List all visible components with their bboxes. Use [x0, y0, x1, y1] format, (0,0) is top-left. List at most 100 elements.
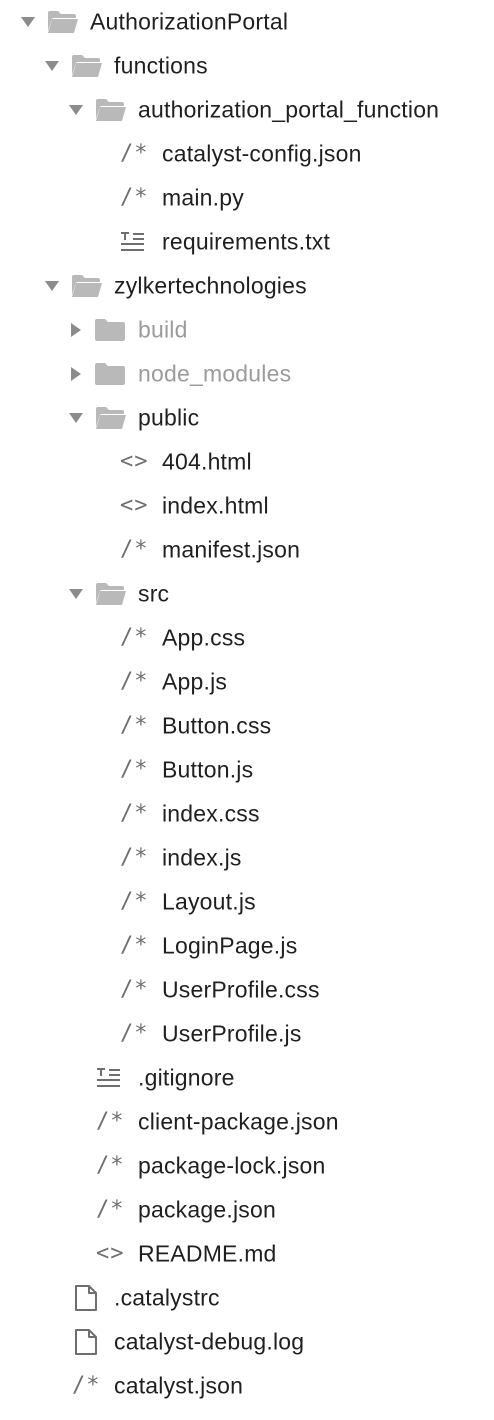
- tree-row-requirements-txt[interactable]: requirements.txt: [0, 220, 494, 264]
- tree-label: catalyst-config.json: [162, 140, 362, 167]
- tree-label: package-lock.json: [138, 1152, 326, 1179]
- folder-icon: [95, 319, 125, 341]
- tree-row-button-js[interactable]: /* Button.js: [0, 748, 494, 792]
- code-comment-icon: /*: [120, 977, 149, 1002]
- chevron-right-icon[interactable]: [71, 367, 81, 381]
- tree-row-button-css[interactable]: /* Button.css: [0, 704, 494, 748]
- tree-label: Layout.js: [162, 888, 256, 915]
- tree-row-main-py[interactable]: /* main.py: [0, 176, 494, 220]
- code-brackets-icon: <>: [120, 493, 149, 518]
- tree-row-app-css[interactable]: /* App.css: [0, 616, 494, 660]
- tree-row-manifest-json[interactable]: /* manifest.json: [0, 528, 494, 572]
- document-icon: [75, 1285, 97, 1311]
- chevron-right-icon[interactable]: [71, 323, 81, 337]
- tree-label: UserProfile.js: [162, 1020, 302, 1047]
- tree-label: README.md: [138, 1240, 277, 1267]
- document-icon: [75, 1329, 97, 1355]
- code-comment-icon: /*: [120, 757, 149, 782]
- tree-row-readme-md[interactable]: <> README.md: [0, 1232, 494, 1276]
- code-comment-icon: /*: [120, 1021, 149, 1046]
- file-tree: AuthorizationPortal functions authorizat…: [0, 0, 494, 1420]
- tree-row-gitignore[interactable]: .gitignore: [0, 1056, 494, 1100]
- code-comment-icon: /*: [120, 141, 149, 166]
- tree-label: App.js: [162, 668, 228, 695]
- chevron-down-icon[interactable]: [69, 105, 83, 115]
- tree-label: build: [138, 316, 188, 343]
- tree-row-404-html[interactable]: <> 404.html: [0, 440, 494, 484]
- tree-row-zylkertechnologies[interactable]: zylkertechnologies: [0, 264, 494, 308]
- tree-row-index-css[interactable]: /* index.css: [0, 792, 494, 836]
- tree-row-catalyst-json[interactable]: /* catalyst.json: [0, 1364, 494, 1408]
- folder-icon: [95, 363, 125, 385]
- chevron-down-icon[interactable]: [69, 589, 83, 599]
- code-comment-icon: /*: [96, 1197, 125, 1222]
- code-comment-icon: /*: [120, 625, 149, 650]
- tree-row-functions[interactable]: functions: [0, 44, 494, 88]
- tree-label: index.css: [162, 800, 260, 827]
- tree-label: Button.js: [162, 756, 254, 783]
- tree-label: main.py: [162, 184, 244, 211]
- folder-open-icon: [96, 407, 126, 429]
- tree-label: zylkertechnologies: [114, 272, 307, 299]
- tree-row-index-html[interactable]: <> index.html: [0, 484, 494, 528]
- tree-row-build[interactable]: build: [0, 308, 494, 352]
- tree-label: index.js: [162, 844, 242, 871]
- code-brackets-icon: <>: [96, 1241, 125, 1266]
- folder-open-icon: [48, 11, 78, 33]
- tree-row-node-modules[interactable]: node_modules: [0, 352, 494, 396]
- tree-row-catalystrc[interactable]: .catalystrc: [0, 1276, 494, 1320]
- code-comment-icon: /*: [120, 845, 149, 870]
- tree-label: .catalystrc: [114, 1284, 220, 1311]
- tree-label: client-package.json: [138, 1108, 339, 1135]
- tree-label: public: [138, 404, 200, 431]
- tree-label: index.html: [162, 492, 269, 519]
- tree-label: Button.css: [162, 712, 272, 739]
- tree-row-userprofile-css[interactable]: /* UserProfile.css: [0, 968, 494, 1012]
- chevron-down-icon[interactable]: [21, 17, 35, 27]
- tree-row-index-js[interactable]: /* index.js: [0, 836, 494, 880]
- code-comment-icon: /*: [120, 185, 149, 210]
- tree-label: manifest.json: [162, 536, 301, 563]
- tree-label: src: [138, 580, 170, 607]
- code-comment-icon: /*: [72, 1373, 101, 1398]
- tree-row-public[interactable]: public: [0, 396, 494, 440]
- text-lines-icon: [97, 1068, 120, 1087]
- tree-row-loginpage-js[interactable]: /* LoginPage.js: [0, 924, 494, 968]
- code-comment-icon: /*: [120, 669, 149, 694]
- tree-label: authorization_portal_function: [138, 96, 440, 123]
- tree-row-authorizationportal[interactable]: AuthorizationPortal: [0, 0, 494, 44]
- tree-label: UserProfile.css: [162, 976, 320, 1003]
- tree-row-src[interactable]: src: [0, 572, 494, 616]
- tree-label: package.json: [138, 1196, 276, 1223]
- code-comment-icon: /*: [120, 537, 149, 562]
- tree-row-userprofile-js[interactable]: /* UserProfile.js: [0, 1012, 494, 1056]
- tree-label: App.css: [162, 624, 246, 651]
- tree-row-package-json[interactable]: /* package.json: [0, 1188, 494, 1232]
- code-comment-icon: /*: [120, 801, 149, 826]
- tree-row-catalyst-config-json[interactable]: /* catalyst-config.json: [0, 132, 494, 176]
- folder-open-icon: [96, 583, 126, 605]
- tree-row-package-lock-json[interactable]: /* package-lock.json: [0, 1144, 494, 1188]
- tree-row-client-package-json[interactable]: /* client-package.json: [0, 1100, 494, 1144]
- tree-row-layout-js[interactable]: /* Layout.js: [0, 880, 494, 924]
- chevron-down-icon[interactable]: [45, 61, 59, 71]
- tree-row-catalyst-debug-log[interactable]: catalyst-debug.log: [0, 1320, 494, 1364]
- chevron-down-icon[interactable]: [69, 413, 83, 423]
- tree-label: catalyst.json: [114, 1372, 244, 1399]
- tree-label: LoginPage.js: [162, 932, 298, 959]
- code-brackets-icon: <>: [120, 449, 149, 474]
- folder-open-icon: [96, 99, 126, 121]
- chevron-down-icon[interactable]: [45, 281, 59, 291]
- tree-label: catalyst-debug.log: [114, 1328, 305, 1355]
- tree-label: functions: [114, 52, 208, 79]
- tree-row-authorization-portal-function[interactable]: authorization_portal_function: [0, 88, 494, 132]
- code-comment-icon: /*: [120, 889, 149, 914]
- tree-label: AuthorizationPortal: [90, 8, 289, 35]
- tree-label: requirements.txt: [162, 228, 331, 255]
- tree-label: node_modules: [138, 360, 292, 387]
- code-comment-icon: /*: [120, 713, 149, 738]
- folder-open-icon: [72, 55, 102, 77]
- code-comment-icon: /*: [96, 1109, 125, 1134]
- code-comment-icon: /*: [96, 1153, 125, 1178]
- tree-row-app-js[interactable]: /* App.js: [0, 660, 494, 704]
